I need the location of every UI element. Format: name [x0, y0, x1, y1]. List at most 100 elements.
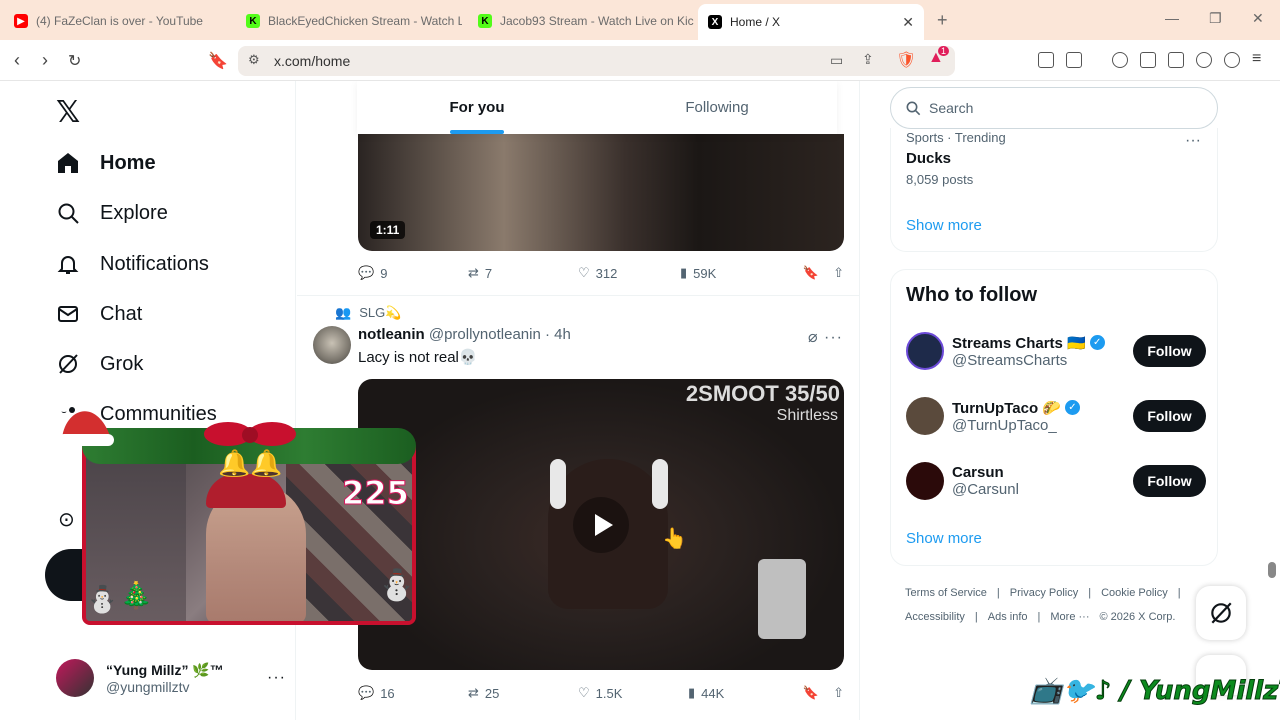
maximize-icon[interactable]: ❐: [1209, 10, 1222, 27]
tab-x-home[interactable]: X Home / X ✕: [698, 4, 924, 40]
footer-links-row: Accessibility | Ads info | More ··· © 2026…: [905, 611, 1175, 623]
close-tab-icon[interactable]: ✕: [902, 14, 914, 31]
post-video[interactable]: 2SMOOT 35/50 Shirtless: [358, 379, 844, 670]
follow-suggestion[interactable]: Streams Charts 🇺🇦 ✓ @StreamsCharts Follow: [906, 329, 1206, 373]
bookmark-icon[interactable]: 🔖: [803, 265, 819, 281]
tab-kick-blackeyedchicken[interactable]: K BlackEyedChicken Stream - Watch Li: [236, 6, 462, 36]
cursor-icon: 👆: [662, 528, 687, 550]
reply-button[interactable]: 💬 16: [358, 685, 468, 701]
share-icon[interactable]: ⇪: [862, 51, 874, 68]
forward-icon[interactable]: ›: [42, 50, 48, 71]
repost-button[interactable]: ⇄ 25: [468, 685, 578, 701]
leo-ai-icon[interactable]: [1196, 52, 1212, 68]
show-more-link[interactable]: Show more: [906, 217, 982, 234]
search-input[interactable]: Search: [890, 87, 1218, 129]
footer-link[interactable]: Accessibility: [905, 611, 965, 623]
music-icon[interactable]: [1112, 52, 1128, 68]
follow-button[interactable]: Follow: [1133, 465, 1206, 497]
profile-handle: @yungmillztv: [106, 678, 190, 695]
headphone: [652, 459, 668, 509]
copyright: © 2026 X Corp.: [1099, 611, 1176, 623]
section-title: Who to follow: [906, 284, 1038, 306]
view-count: 59K: [693, 265, 717, 281]
profile-name: “Yung Millz” 🌿™: [106, 661, 224, 678]
account-switcher[interactable]: “Yung Millz” 🌿™ @yungmillztv ···: [56, 655, 286, 701]
footer-link[interactable]: Terms of Service: [905, 587, 987, 599]
footer-link[interactable]: Cookie Policy: [1101, 587, 1168, 599]
suggestion-handle: @StreamsCharts: [952, 351, 1068, 369]
post-menu-icon[interactable]: ⌀ ···: [808, 327, 843, 347]
browser-tab-bar: ▶ (4) FaZeClan is over - YouTube K Black…: [0, 0, 1280, 40]
reply-button[interactable]: 💬 9: [358, 265, 468, 281]
tab-kick-jacob93[interactable]: K Jacob93 Stream - Watch Live on Kick: [468, 6, 694, 36]
microphone: [758, 559, 806, 639]
share-icon[interactable]: ⇧: [833, 265, 844, 281]
separator: |: [1177, 587, 1181, 599]
post-author[interactable]: notleanin: [358, 326, 425, 343]
views-button[interactable]: ▮ 59K: [680, 265, 790, 281]
tab-following[interactable]: Following: [597, 81, 837, 134]
nav-item-explore[interactable]: Explore: [56, 201, 168, 225]
close-window-icon[interactable]: ✕: [1252, 10, 1264, 27]
social-context[interactable]: 👥 SLG💫: [335, 305, 401, 321]
brave-shield-icon[interactable]: 🛡: [896, 50, 916, 70]
wallet-icon[interactable]: [1168, 52, 1184, 68]
christmas-bow: [204, 422, 296, 446]
menu-icon[interactable]: ≡: [1252, 50, 1261, 68]
reader-icon[interactable]: [1066, 52, 1082, 68]
footer-link[interactable]: Privacy Policy: [1010, 587, 1078, 599]
share-icon[interactable]: ⇧: [833, 685, 844, 701]
tab-title: (4) FaZeClan is over - YouTube: [36, 14, 203, 28]
play-icon[interactable]: [573, 496, 629, 553]
browser-toolbar: ‹ › ↻ 🔖 ⚙ x.com/home ▭ ⇪ 🛡 ▲ 1 ≡: [0, 40, 1280, 81]
bookmark-icon[interactable]: 🔖: [208, 51, 228, 71]
follow-suggestion[interactable]: Carsun @Carsunl Follow: [906, 459, 1206, 503]
like-button[interactable]: ♡ 312: [578, 265, 680, 281]
show-more-link[interactable]: Show more: [906, 530, 982, 547]
tab-title: Jacob93 Stream - Watch Live on Kick: [500, 14, 694, 28]
footer-link[interactable]: Ads info: [988, 611, 1028, 623]
search-placeholder: Search: [929, 100, 974, 116]
nav-item-notifications[interactable]: Notifications: [56, 252, 209, 276]
x-logo-icon[interactable]: 𝕏: [56, 95, 80, 130]
footer-link[interactable]: More ···: [1050, 611, 1089, 623]
new-tab-icon[interactable]: +: [937, 10, 948, 31]
post-handle[interactable]: @prollynotleanin: [429, 326, 541, 343]
vpn-icon[interactable]: [1224, 52, 1240, 68]
views-icon: ▮: [680, 265, 688, 280]
post-time[interactable]: · 4h: [545, 326, 571, 343]
trend-name[interactable]: Ducks: [906, 150, 951, 167]
nav-item-chat[interactable]: Chat: [56, 302, 142, 326]
nav-item-home[interactable]: Home: [56, 151, 156, 175]
nav-item-grok[interactable]: Grok: [56, 352, 143, 376]
verified-icon: ✓: [1064, 400, 1080, 415]
more-dots-icon[interactable]: ···: [1185, 132, 1201, 150]
sidebar-icon[interactable]: [1140, 52, 1156, 68]
back-icon[interactable]: ‹: [14, 50, 20, 71]
reply-icon: 💬: [358, 265, 375, 280]
reload-icon[interactable]: ↻: [68, 51, 81, 71]
site-info-icon[interactable]: ⚙: [248, 52, 260, 68]
views-button[interactable]: ▮ 44K: [688, 685, 790, 701]
more-icon[interactable]: ⊙: [58, 507, 75, 532]
tab-for-you[interactable]: For you: [357, 81, 597, 134]
grok-button[interactable]: [1196, 586, 1246, 640]
follow-button[interactable]: Follow: [1133, 400, 1206, 432]
repost-button[interactable]: ⇄ 7: [468, 265, 578, 281]
like-button[interactable]: ♡ 1.5K: [578, 685, 688, 701]
avatar[interactable]: [313, 326, 351, 364]
scrollbar[interactable]: [1268, 562, 1276, 578]
cast-icon[interactable]: ▭: [830, 52, 843, 69]
follow-suggestion[interactable]: TurnUpTaco 🌮 ✓ @TurnUpTaco_ Follow: [906, 394, 1206, 438]
bookmark-icon[interactable]: 🔖: [803, 685, 819, 701]
minimize-icon[interactable]: —: [1165, 10, 1179, 26]
separator: |: [974, 611, 978, 623]
stream-social-handle: 📺🐦♪ / YungMillzTV: [1029, 676, 1280, 707]
headphone: [550, 459, 566, 509]
follow-button[interactable]: Follow: [1133, 335, 1206, 367]
tab-youtube[interactable]: ▶ (4) FaZeClan is over - YouTube: [4, 6, 230, 36]
address-bar[interactable]: ⚙ x.com/home ▭ ⇪ 🛡 ▲ 1: [238, 46, 955, 76]
reply-count: 16: [380, 685, 395, 701]
extensions-icon[interactable]: [1038, 52, 1054, 68]
post-video[interactable]: 1:11: [358, 134, 844, 251]
